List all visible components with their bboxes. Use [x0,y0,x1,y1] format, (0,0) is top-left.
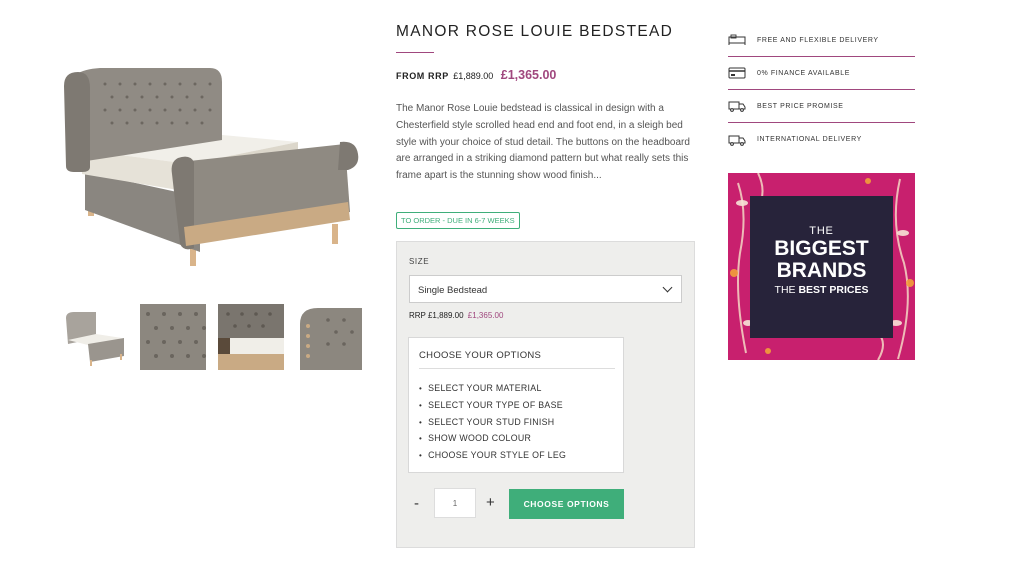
chevron-down-icon [662,282,673,293]
from-rrp-label: FROM RRP [396,71,449,81]
option-item: SELECT YOUR TYPE OF BASE [419,397,566,414]
promo-card: THE BIGGEST BRANDS THE BEST PRICES [750,196,893,338]
usp-international-delivery[interactable]: INTERNATIONAL DELIVERY [728,123,915,156]
promo-line-the: THE [809,225,834,237]
choose-options-button[interactable]: CHOOSE OPTIONS [509,489,624,519]
quantity-increase-button[interactable]: + [486,494,498,511]
selected-sale-price: £1,365.00 [467,311,504,320]
option-item: SELECT YOUR STUD FINISH [419,414,566,431]
quantity-input[interactable] [434,488,476,518]
usp-label: BEST PRICE PROMISE [757,102,844,110]
selected-rrp: RRP £1,889.00 [409,311,464,320]
usp-list: FREE AND FLEXIBLE DELIVERY 0% FINANCE AV… [728,24,915,156]
usp-best-price[interactable]: BEST PRICE PROMISE [728,90,915,123]
truck-icon [728,133,748,147]
product-description: The Manor Rose Louie bedstead is classic… [396,103,690,182]
rrp-price: £1,889.00 [453,71,494,81]
choose-options-list: SELECT YOUR MATERIAL SELECT YOUR TYPE OF… [419,380,566,464]
usp-label: INTERNATIONAL DELIVERY [757,136,862,143]
truck-icon [728,99,748,113]
price-line: FROM RRP £1,889.00 £1,365.00 [396,66,556,84]
usp-label: FREE AND FLEXIBLE DELIVERY [757,36,879,44]
product-title: MANOR ROSE LOUIE BEDSTEAD [396,23,674,40]
promo-banner[interactable]: THE BIGGEST BRANDS THE BEST PRICES [728,173,915,360]
product-main-image[interactable] [60,62,362,272]
purchase-options-panel: SIZE Single Bedstead RRP £1,889.00 £1,36… [396,241,695,548]
promo-headline-line-1: BIGGEST [774,237,869,260]
usp-free-delivery[interactable]: FREE AND FLEXIBLE DELIVERY [728,24,915,57]
bed-delivery-icon [728,33,748,47]
thumbnail-3[interactable] [218,304,284,370]
stock-status-badge: TO ORDER - DUE IN 6-7 WEEKS [396,212,520,229]
promo-tagline-prefix: THE [774,284,799,296]
promo-headline-line-2: BRANDS [776,259,867,282]
choose-options-panel: CHOOSE YOUR OPTIONS SELECT YOUR MATERIAL… [408,337,624,473]
usp-finance[interactable]: 0% FINANCE AVAILABLE [728,57,915,90]
quantity-decrease-button[interactable]: - [414,495,426,512]
thumbnail-1[interactable] [62,304,128,370]
option-item: CHOOSE YOUR STYLE OF LEG [419,447,566,464]
option-item: SHOW WOOD COLOUR [419,430,566,447]
size-selected-value: Single Bedstead [418,285,488,296]
promo-tagline: THE BEST PRICES [750,284,893,296]
thumbnail-4[interactable] [296,304,362,370]
choose-options-divider [419,368,615,369]
option-item: SELECT YOUR MATERIAL [419,380,566,397]
thumbnail-2[interactable] [140,304,206,370]
usp-label: 0% FINANCE AVAILABLE [757,69,851,77]
selected-price: RRP £1,889.00 £1,365.00 [409,311,503,320]
choose-options-title: CHOOSE YOUR OPTIONS [419,350,542,361]
size-select[interactable]: Single Bedstead [409,275,682,303]
thumbnail-strip [62,304,362,370]
promo-headline: BIGGEST BRANDS [750,238,893,282]
credit-card-icon [728,66,748,80]
promo-tagline-emphasis: BEST PRICES [798,284,869,296]
sale-price: £1,365.00 [500,68,557,82]
title-divider [396,52,434,53]
size-label: SIZE [409,257,430,266]
